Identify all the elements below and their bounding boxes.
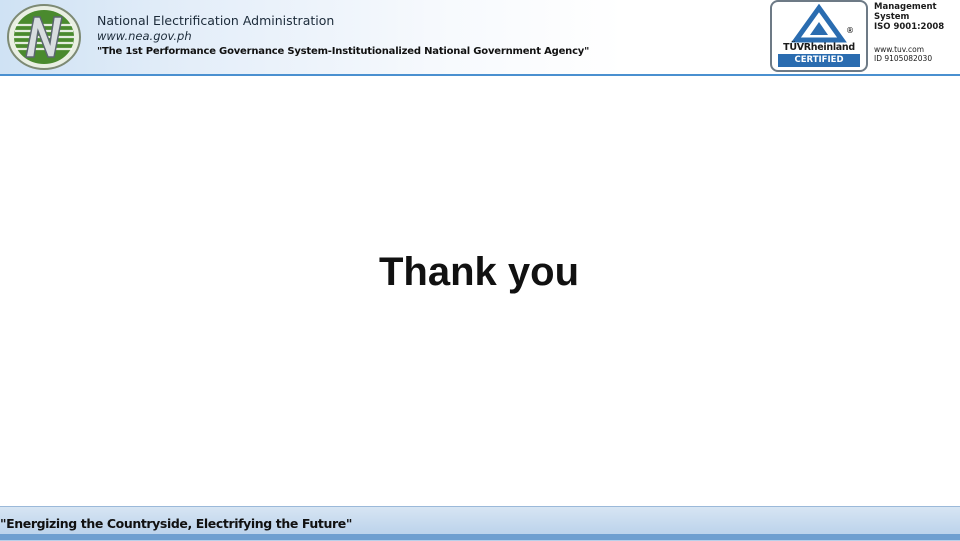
cert-line-id: ID 9105082030: [874, 54, 933, 63]
nea-logo-icon: [7, 4, 81, 70]
slide-title: Thank you: [378, 250, 580, 294]
footer-strip: [0, 534, 960, 540]
tuv-certified-badge: ® TÜVRheinland CERTIFIED: [770, 0, 868, 72]
header-divider: [0, 74, 960, 76]
cert-line-website: www.tuv.com: [874, 45, 925, 54]
registered-mark: ®: [846, 26, 854, 35]
cert-line-system: System: [874, 12, 910, 22]
certified-label: CERTIFIED: [778, 54, 860, 67]
org-name: National Electrification Administration: [97, 13, 335, 28]
iso-certification-text: Management System ISO 9001:2008 www.tuv.…: [874, 2, 958, 63]
cert-line-management: Management: [874, 2, 937, 12]
tuv-brand-label: TÜVRheinland: [783, 42, 855, 53]
footer-slogan: "Energizing the Countryside, Electrifyin…: [0, 516, 352, 531]
org-url-link[interactable]: www.nea.gov.ph: [97, 29, 192, 43]
tuv-triangle-icon: [791, 4, 847, 43]
org-tagline: "The 1st Performance Governance System-I…: [97, 46, 590, 57]
cert-line-iso: ISO 9001:2008: [874, 22, 945, 32]
header-bar: National Electrification Administration …: [0, 0, 960, 76]
